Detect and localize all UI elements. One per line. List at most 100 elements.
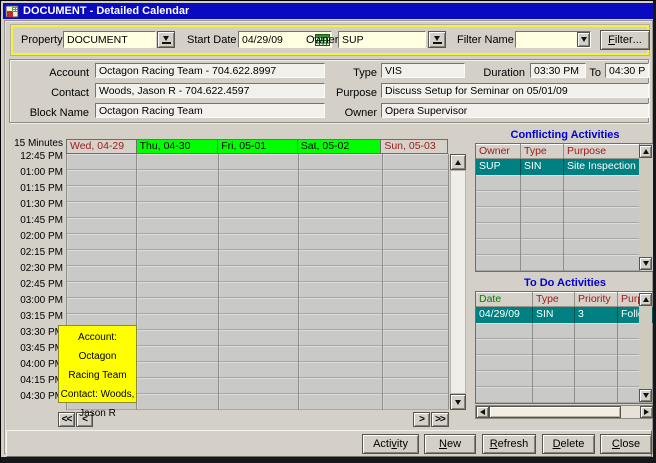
calendar-cell[interactable] xyxy=(67,202,137,218)
calendar-cell[interactable] xyxy=(383,346,449,362)
detail-owner-field[interactable] xyxy=(381,103,649,118)
calendar-cell[interactable] xyxy=(219,298,299,314)
calendar-cell[interactable] xyxy=(137,186,219,202)
scroll-right-button[interactable] xyxy=(640,406,653,418)
scroll-left-button[interactable] xyxy=(476,406,489,418)
calendar-cell[interactable] xyxy=(219,346,299,362)
scroll-down-button[interactable] xyxy=(639,389,652,402)
scroll-up-button[interactable] xyxy=(639,293,652,306)
calendar-cell[interactable] xyxy=(67,170,137,186)
calendar-scrollbar-track[interactable] xyxy=(450,170,466,394)
close-button[interactable]: Close xyxy=(600,434,652,454)
calendar-cell[interactable] xyxy=(299,378,383,394)
calendar-cell[interactable] xyxy=(383,266,449,282)
contact-field[interactable] xyxy=(95,83,325,98)
refresh-button[interactable]: Refresh xyxy=(482,434,536,454)
table-row-selected[interactable]: SUPSINSite Inspection xyxy=(476,159,653,175)
calendar-cell[interactable] xyxy=(219,330,299,346)
table-row-selected[interactable]: 04/29/09SIN3Follow-up xyxy=(476,307,653,323)
calendar-cell[interactable] xyxy=(137,394,219,410)
calendar-cell[interactable] xyxy=(383,170,449,186)
calendar-cell[interactable] xyxy=(299,250,383,266)
scrollbar-thumb[interactable] xyxy=(489,406,621,418)
calendar-cell[interactable] xyxy=(137,298,219,314)
calendar-cell[interactable] xyxy=(137,314,219,330)
duration-to-field[interactable] xyxy=(605,63,649,78)
calendar-cell[interactable] xyxy=(299,186,383,202)
calendar-cell[interactable] xyxy=(67,298,137,314)
calendar-cell[interactable] xyxy=(299,298,383,314)
calendar-cell[interactable] xyxy=(219,282,299,298)
calendar-cell[interactable] xyxy=(299,218,383,234)
calendar-cell[interactable] xyxy=(137,362,219,378)
calendar-cell[interactable] xyxy=(219,202,299,218)
calendar-cell[interactable] xyxy=(383,378,449,394)
calendar-cell[interactable] xyxy=(383,314,449,330)
delete-button[interactable]: Delete xyxy=(542,434,595,454)
filter-name-dropdown-button[interactable] xyxy=(577,32,590,47)
calendar-cell[interactable] xyxy=(219,186,299,202)
calendar-cell[interactable] xyxy=(67,234,137,250)
owner-field[interactable] xyxy=(338,31,426,48)
calendar-cell[interactable] xyxy=(67,154,137,170)
calendar-cell[interactable] xyxy=(383,234,449,250)
calendar-cell[interactable] xyxy=(137,266,219,282)
calendar-cell[interactable] xyxy=(299,170,383,186)
calendar-cell[interactable] xyxy=(299,314,383,330)
calendar-cell[interactable] xyxy=(383,298,449,314)
account-field[interactable] xyxy=(95,63,325,78)
calendar-cell[interactable] xyxy=(137,234,219,250)
purpose-field[interactable] xyxy=(381,83,649,98)
property-lov-button[interactable] xyxy=(157,31,175,48)
calendar-cell[interactable] xyxy=(67,266,137,282)
calendar-scroll-down-button[interactable] xyxy=(450,394,466,410)
calendar-cell[interactable] xyxy=(219,394,299,410)
calendar-cell[interactable] xyxy=(299,266,383,282)
calendar-cell[interactable] xyxy=(137,378,219,394)
calendar-cell[interactable] xyxy=(219,362,299,378)
property-field[interactable] xyxy=(63,31,156,48)
calendar-cell[interactable] xyxy=(67,218,137,234)
calendar-cell[interactable] xyxy=(383,394,449,410)
calendar-cell[interactable] xyxy=(137,218,219,234)
calendar-cell[interactable] xyxy=(219,250,299,266)
calendar-cell[interactable] xyxy=(219,170,299,186)
calendar-cell[interactable] xyxy=(137,330,219,346)
calendar-cell[interactable] xyxy=(383,202,449,218)
filter-button[interactable]: Filter... xyxy=(600,30,650,50)
calendar-cell[interactable] xyxy=(299,154,383,170)
calendar-cell[interactable] xyxy=(299,330,383,346)
calendar-cell[interactable] xyxy=(299,362,383,378)
calendar-cell[interactable] xyxy=(219,266,299,282)
calendar-cell[interactable] xyxy=(137,202,219,218)
calendar-cell[interactable] xyxy=(219,218,299,234)
calendar-cell[interactable] xyxy=(383,186,449,202)
calendar-cell[interactable] xyxy=(383,282,449,298)
activity-button[interactable]: Activity xyxy=(362,434,419,454)
calendar-cell[interactable] xyxy=(383,218,449,234)
calendar-cell[interactable] xyxy=(137,346,219,362)
calendar-scroll-up-button[interactable] xyxy=(450,154,466,170)
calendar-cell[interactable] xyxy=(67,250,137,266)
table-vertical-scrollbar[interactable] xyxy=(639,145,652,270)
calendar-cell[interactable] xyxy=(219,314,299,330)
calendar-cell[interactable] xyxy=(219,234,299,250)
calendar-cell[interactable] xyxy=(67,186,137,202)
calendar-cell[interactable] xyxy=(137,250,219,266)
block-name-field[interactable] xyxy=(95,103,325,118)
owner-lov-button[interactable] xyxy=(428,31,446,48)
calendar-cell[interactable] xyxy=(299,202,383,218)
calendar-cell[interactable] xyxy=(299,346,383,362)
new-button[interactable]: New xyxy=(424,434,476,454)
calendar-cell[interactable] xyxy=(383,330,449,346)
calendar-cell[interactable] xyxy=(299,394,383,410)
calendar-cell[interactable] xyxy=(383,250,449,266)
todo-horizontal-scrollbar[interactable] xyxy=(475,405,654,419)
appointment-tooltip[interactable]: Account: OctagonRacing TeamContact: Wood… xyxy=(58,325,137,403)
table-vertical-scrollbar[interactable] xyxy=(639,293,652,402)
calendar-cell[interactable] xyxy=(383,362,449,378)
scroll-down-button[interactable] xyxy=(639,257,652,270)
calendar-cell[interactable] xyxy=(383,154,449,170)
scroll-up-button[interactable] xyxy=(639,145,652,158)
calendar-cell[interactable] xyxy=(219,154,299,170)
